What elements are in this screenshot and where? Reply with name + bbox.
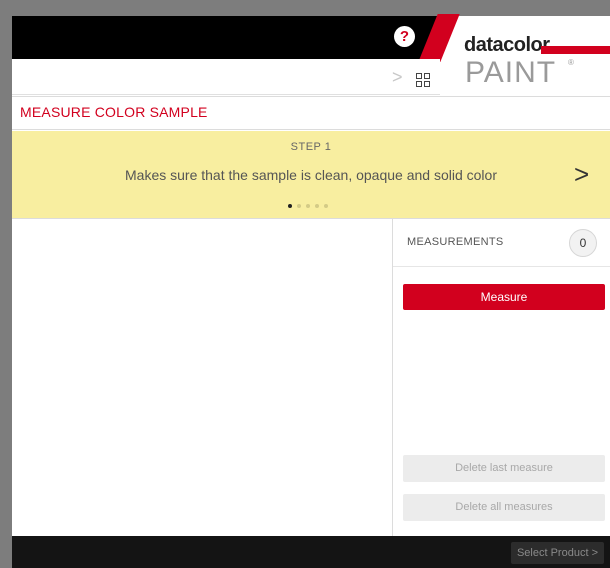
window-frame-left	[0, 0, 12, 568]
step-instruction: Makes sure that the sample is clean, opa…	[125, 167, 497, 183]
logo-brand-text: datacolor	[464, 34, 550, 56]
logo-product-text: PAINT	[465, 56, 557, 89]
measurements-header: MEASUREMENTS 0	[393, 219, 610, 267]
step-pagination-dots	[288, 204, 328, 208]
pagination-dot[interactable]	[288, 204, 292, 208]
sub-navigation-bar	[12, 59, 440, 95]
measure-button[interactable]: Measure	[403, 284, 605, 310]
footer-bar: Select Product >	[12, 536, 610, 568]
window-frame-top	[0, 0, 610, 16]
measurements-count-badge: 0	[569, 229, 597, 257]
delete-all-measures-button[interactable]: Delete all measures	[403, 494, 605, 521]
next-step-chevron-icon[interactable]: >	[574, 159, 589, 190]
pagination-dot[interactable]	[315, 204, 319, 208]
sample-preview-area	[12, 218, 392, 536]
pagination-dot[interactable]	[324, 204, 328, 208]
page-title: MEASURE COLOR SAMPLE	[20, 104, 208, 120]
help-icon[interactable]: ?	[394, 26, 415, 47]
app-logo: datacolor PAINT ®	[418, 14, 610, 95]
chevron-right-icon[interactable]: >	[392, 67, 403, 88]
measurements-label: MEASUREMENTS	[407, 236, 504, 248]
measurements-panel: MEASUREMENTS 0 Measure Delete last measu…	[392, 218, 610, 536]
logo-red-bar	[541, 46, 610, 54]
step-banner: STEP 1 Makes sure that the sample is cle…	[12, 131, 610, 218]
logo-registered-mark: ®	[568, 58, 574, 67]
step-label: STEP 1	[290, 141, 332, 153]
pagination-dot[interactable]	[297, 204, 301, 208]
select-product-button[interactable]: Select Product >	[510, 542, 604, 564]
grid-icon[interactable]	[416, 73, 430, 87]
delete-last-measure-button[interactable]: Delete last measure	[403, 455, 605, 482]
pagination-dot[interactable]	[306, 204, 310, 208]
